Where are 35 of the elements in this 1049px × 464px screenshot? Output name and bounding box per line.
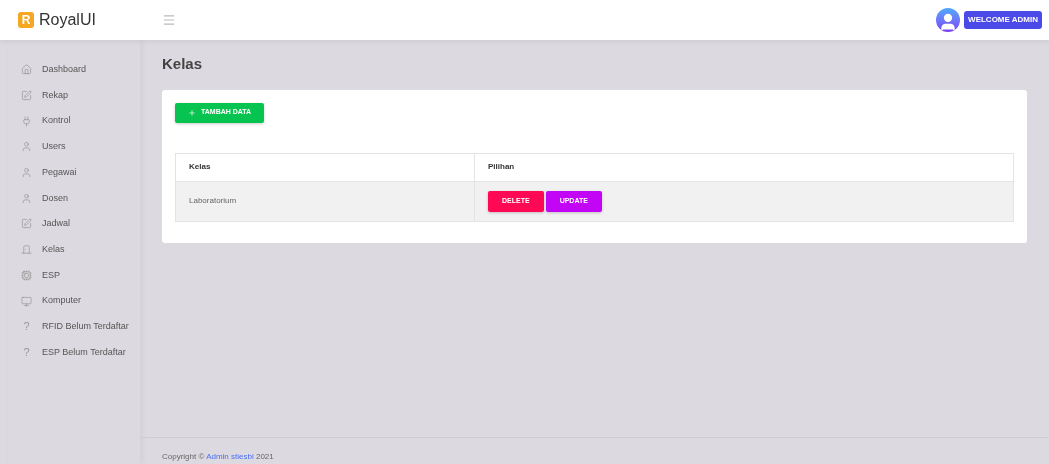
avatar-icon[interactable]	[936, 8, 961, 32]
edit-icon	[21, 90, 32, 102]
sidebar-item[interactable]: Dashboard	[8, 57, 140, 83]
question-mark: ?	[22, 319, 31, 335]
brand-name: RoyalUI	[39, 10, 96, 30]
sidebar-item[interactable]: Komputer	[8, 288, 140, 314]
question-mark: ?	[22, 345, 31, 361]
monitor-icon	[21, 295, 32, 307]
edit-icon	[21, 218, 32, 230]
logo-icon: R	[18, 12, 34, 28]
sidebar-item[interactable]: Rekap	[8, 82, 140, 109]
user-icon	[21, 167, 32, 179]
sidebar-item[interactable]: Kontrol	[8, 108, 140, 135]
sidebar-item[interactable]: ? RFID Belum Terdaftar	[8, 313, 140, 340]
sidebar-item[interactable]: ESP	[8, 262, 140, 289]
sidebar-item[interactable]: ? ESP Belum Terdaftar	[8, 339, 140, 366]
door-icon	[21, 244, 32, 256]
footer-link[interactable]: Admin stiesbi	[206, 452, 254, 461]
column-header: Kelas	[175, 153, 475, 181]
chip-icon	[21, 269, 32, 281]
sidebar-item[interactable]: Jadwal	[8, 211, 140, 237]
plus-icon	[188, 108, 196, 117]
table-cell: Laboratorium	[175, 181, 475, 221]
sidebar-item[interactable]: Dosen	[8, 185, 140, 212]
copyright-text: Copyright © Admin stiesbi 2021	[162, 451, 274, 463]
plug-icon	[21, 115, 32, 127]
welcome-badge: WELCOME ADMIN	[964, 11, 1042, 29]
home-icon	[21, 64, 32, 76]
sidebar-item[interactable]: Users	[8, 134, 140, 160]
sidebar-item[interactable]: Kelas	[8, 236, 140, 263]
user-icon	[21, 192, 32, 204]
column-header: Pilihan	[474, 153, 1014, 181]
page-title: Kelas	[162, 54, 204, 74]
sidebar-item[interactable]: Pegawai	[8, 159, 140, 186]
user-icon	[21, 141, 32, 153]
